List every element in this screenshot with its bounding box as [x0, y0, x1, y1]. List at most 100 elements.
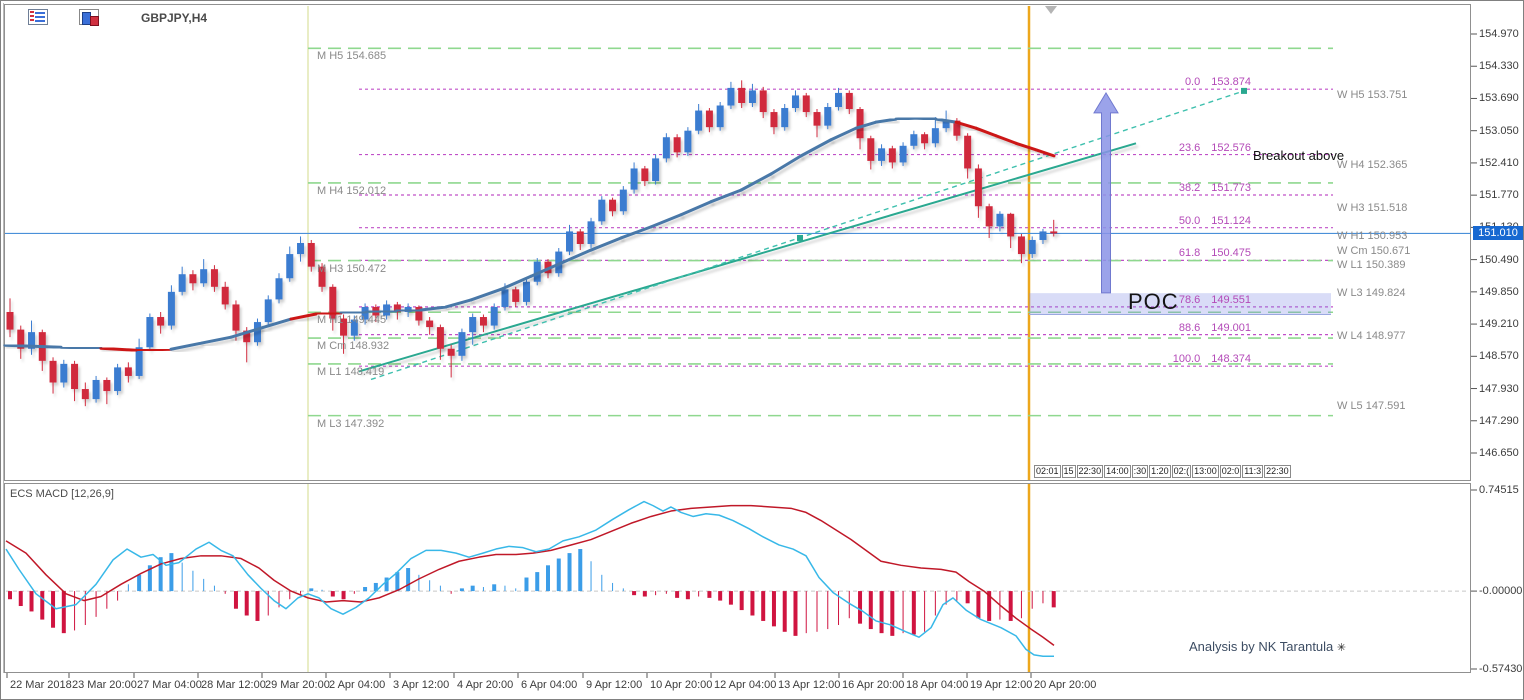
moving-average	[1014, 141, 1038, 152]
time-tag: 22:30	[1076, 465, 1104, 478]
macd-histogram-bar	[858, 591, 863, 624]
price-axis-label: 148.570	[1479, 350, 1519, 363]
moving-average	[974, 126, 998, 138]
candle-body	[189, 274, 197, 284]
price-axis-label: 146.650	[1479, 447, 1519, 459]
date-axis-label: 20 Apr 20:00	[1034, 679, 1097, 691]
candle-body	[727, 87, 735, 106]
weekly-pivot-label: W L3 149.824	[1337, 287, 1406, 300]
macd-axis-label: 0.74515	[1479, 484, 1519, 496]
price-axis-label: 149.850	[1479, 285, 1519, 298]
candle-body	[297, 242, 305, 255]
candle-body	[200, 269, 208, 284]
macd-histogram-bar	[761, 591, 766, 621]
macd-histogram-bar	[590, 561, 592, 592]
macd-histogram-bar	[29, 591, 34, 612]
candle-body	[264, 299, 272, 323]
macd-histogram-bar	[665, 591, 667, 594]
moving-average	[3, 343, 63, 349]
candle-body	[985, 206, 993, 227]
date-axis-label: 18 Apr 04:00	[906, 679, 969, 691]
macd-histogram-bar	[956, 591, 958, 601]
candle-body	[673, 137, 681, 153]
time-tag: :30	[1131, 465, 1149, 478]
candle-body	[124, 367, 132, 376]
moving-average	[289, 312, 318, 321]
weekly-pivot-label: W L5 147.591	[1337, 399, 1406, 412]
date-axis-label: 9 Apr 12:00	[586, 679, 643, 691]
candle-body	[275, 278, 283, 300]
price-axis-label: 153.690	[1479, 92, 1519, 105]
monthly-pivot-label: M H1 149.445	[317, 314, 387, 327]
macd-histogram-bar	[911, 591, 916, 635]
candle-body	[458, 332, 466, 356]
fib-label: 100.0 148.374	[1172, 353, 1251, 366]
macd-histogram-bar	[233, 591, 238, 609]
macd-histogram-bar	[482, 587, 484, 592]
macd-histogram-bar	[470, 585, 475, 592]
candle-body	[1017, 236, 1025, 255]
weekly-pivot-label: W Cm 150.671	[1337, 244, 1411, 257]
moving-average	[994, 134, 1018, 145]
candle-body	[178, 274, 186, 292]
trendline-handle	[1241, 87, 1247, 94]
period-list-icon[interactable]	[28, 9, 48, 25]
candle-body	[447, 348, 455, 356]
candle-body	[996, 213, 1004, 227]
candle-body	[49, 360, 57, 383]
candle-body	[1050, 231, 1058, 234]
analysis-credit: Analysis by NK Tarantula ✳	[1189, 639, 1346, 654]
macd-histogram-bar	[224, 591, 226, 594]
candle-body	[910, 134, 918, 146]
candle-body	[899, 145, 907, 163]
candle-body	[931, 128, 939, 144]
macd-histogram-bar	[655, 591, 657, 596]
candle-body	[146, 317, 154, 348]
macd-histogram-bar	[771, 591, 776, 627]
macd-histogram-bar	[95, 591, 97, 617]
fib-label: 61.8 150.475	[1178, 247, 1251, 260]
macd-histogram-bar	[203, 578, 205, 592]
date-axis-label: 12 Apr 04:00	[714, 679, 777, 691]
candle-body	[232, 304, 240, 331]
moving-average	[829, 126, 858, 142]
fib-label: 50.0 151.124	[1178, 214, 1251, 227]
candle-body	[867, 138, 875, 161]
macd-histogram-bar	[289, 591, 291, 600]
candle-body	[1039, 231, 1047, 240]
date-axis-label: 13 Apr 12:00	[778, 679, 841, 691]
monthly-pivot-label: M H3 150.472	[317, 262, 387, 275]
moving-average	[134, 347, 173, 352]
monthly-pivot-label: M L3 147.392	[317, 417, 385, 430]
candle-body	[6, 311, 14, 330]
candle-body	[167, 291, 175, 326]
date-axis-label: 19 Apr 12:00	[970, 679, 1033, 691]
fib-label: 0.0 153.874	[1184, 76, 1251, 89]
candle-body	[619, 189, 627, 212]
macd-histogram-bar	[816, 591, 818, 632]
candle-body	[878, 148, 886, 161]
chart-shift-marker-icon[interactable]	[1045, 6, 1057, 14]
macd-histogram-bar	[504, 585, 506, 592]
bar-chart-icon[interactable]	[79, 9, 99, 26]
moving-average	[419, 305, 448, 312]
moving-average	[739, 172, 773, 192]
date-axis-label: 22 Mar 2018	[10, 679, 72, 691]
weekly-pivot-label: W H1 150.953	[1337, 230, 1408, 243]
symbol-title: GBPJPY,H4	[141, 11, 208, 25]
chart-window: GBPJPY,H4 0.0 153.874 23.6 152.576 38.2 15…	[0, 0, 1524, 700]
candle-body	[566, 231, 574, 252]
candle-body	[641, 168, 649, 182]
macd-main-line	[5, 500, 1054, 657]
candle-body	[824, 107, 832, 126]
macd-histogram-bar	[1042, 591, 1044, 604]
time-tag: 14:00	[1104, 465, 1131, 478]
candle-body	[92, 379, 100, 400]
candle-body	[748, 90, 756, 103]
time-tag: 15	[1061, 465, 1076, 478]
candle-body	[587, 221, 595, 245]
weekly-pivot-label: W L4 148.977	[1337, 329, 1406, 342]
chart-canvas[interactable]	[1, 1, 1524, 700]
macd-histogram-bar	[450, 591, 452, 594]
moving-average	[649, 213, 683, 229]
